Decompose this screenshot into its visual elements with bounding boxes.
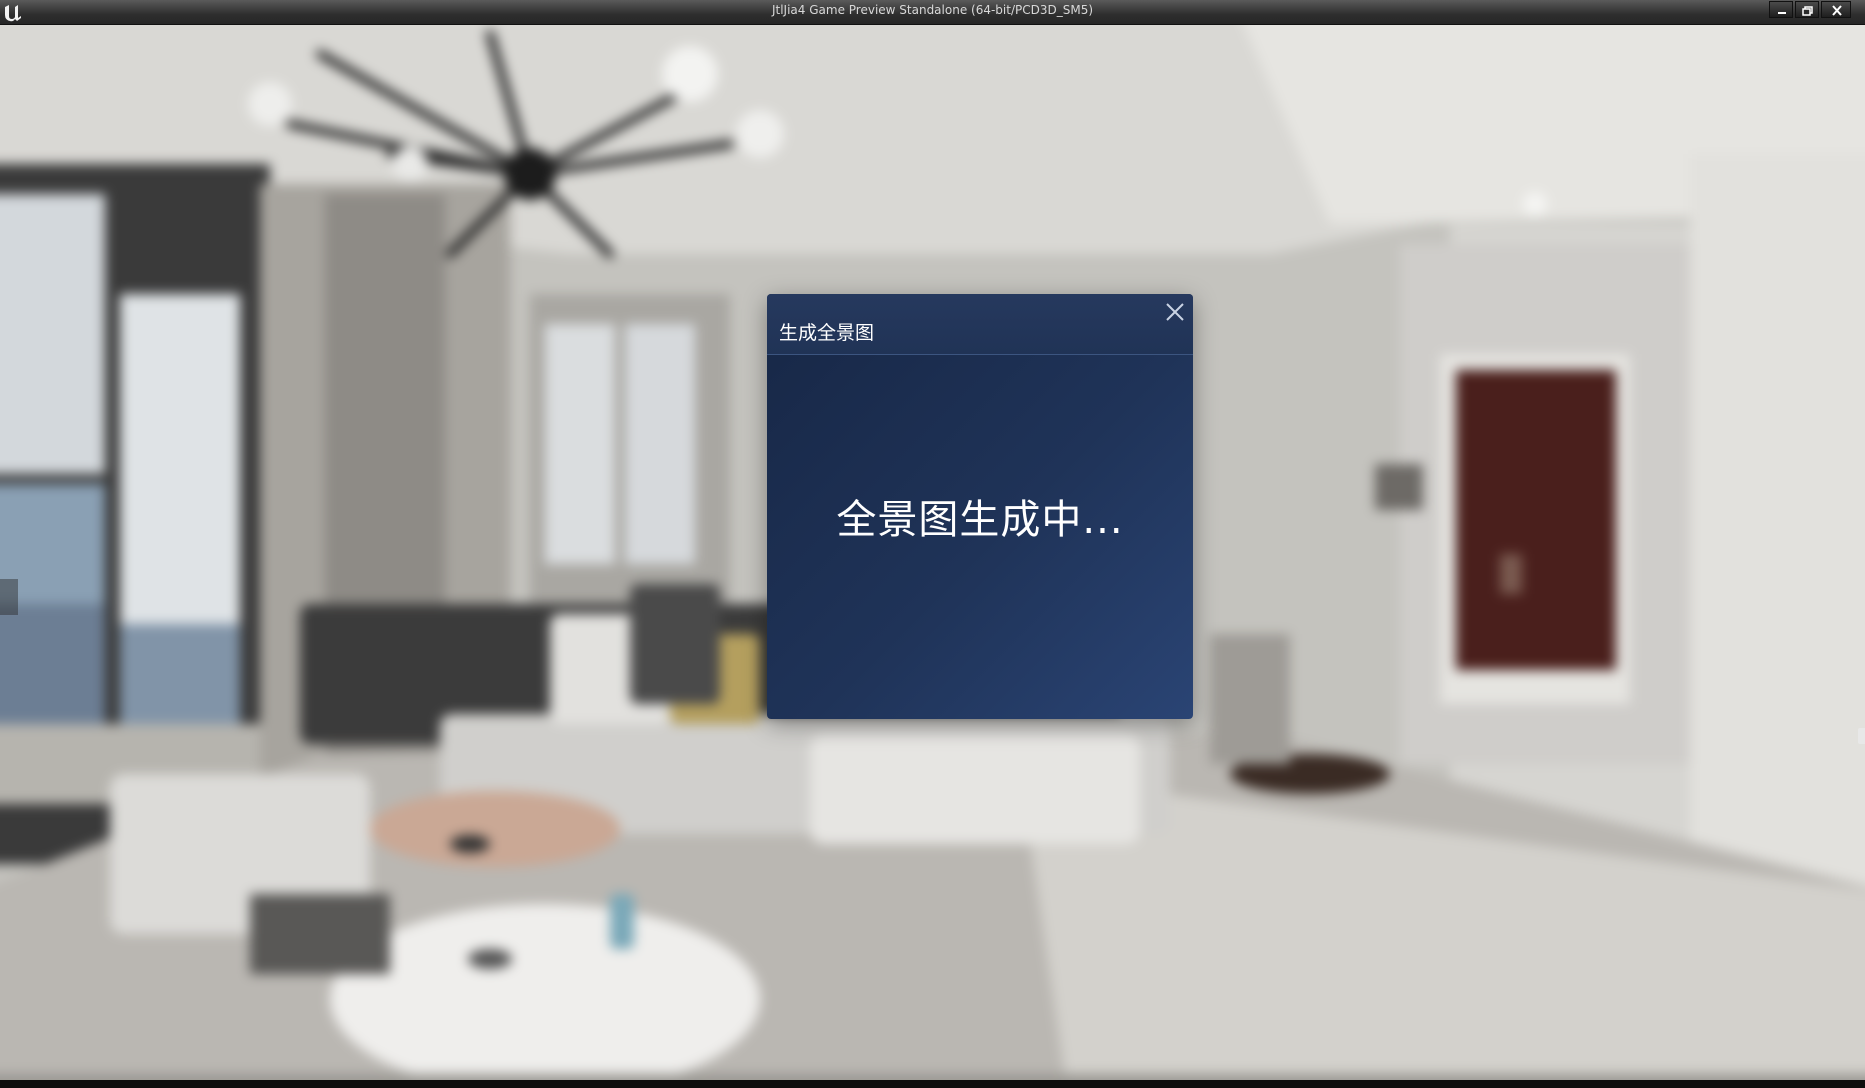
window-title: JtlJia4 Game Preview Standalone (64-bit/…: [771, 3, 1094, 17]
panorama-dialog: 生成全景图 全景图生成中...: [767, 294, 1193, 719]
close-icon: [1832, 5, 1842, 16]
dialog-header: 生成全景图: [767, 294, 1193, 355]
close-window-button[interactable]: [1821, 1, 1851, 18]
bottom-edge: [0, 1080, 1865, 1088]
title-bar[interactable]: JtlJia4 Game Preview Standalone (64-bit/…: [0, 0, 1865, 25]
restore-icon: [1802, 6, 1813, 16]
window-controls: [1769, 1, 1851, 18]
side-handle-right[interactable]: [1858, 728, 1865, 744]
progress-message: 全景图生成中...: [836, 497, 1124, 543]
minimize-button[interactable]: [1769, 1, 1793, 18]
dialog-close-button[interactable]: [1163, 300, 1187, 324]
game-preview-window: JtlJia4 Game Preview Standalone (64-bit/…: [0, 0, 1865, 1088]
close-icon: [1166, 303, 1184, 321]
side-handle-left: [0, 579, 18, 615]
restore-button[interactable]: [1795, 1, 1819, 18]
dialog-title: 生成全景图: [779, 322, 875, 344]
minimize-icon: [1778, 12, 1786, 14]
